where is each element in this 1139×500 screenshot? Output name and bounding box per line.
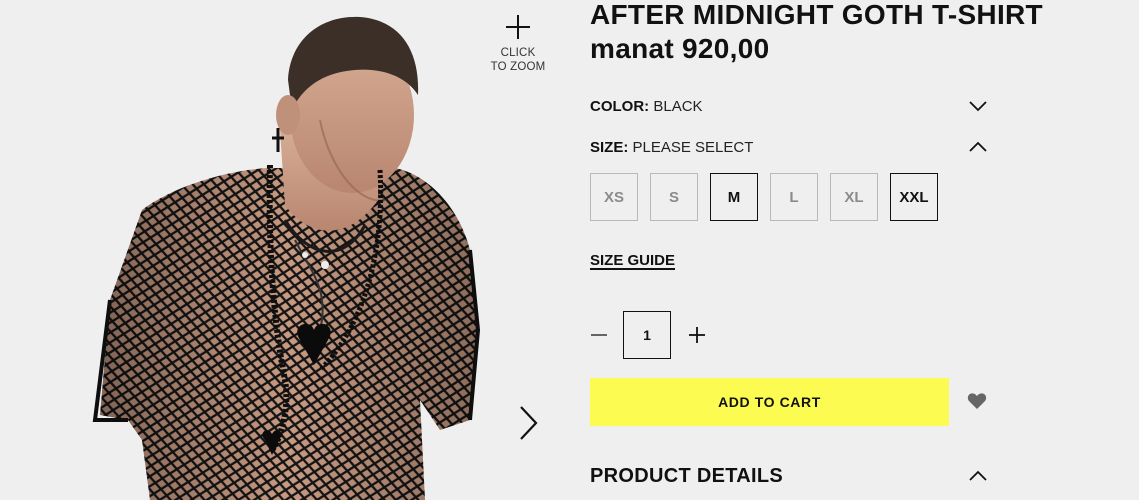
chevron-up-icon [969,141,987,152]
size-option-xs[interactable]: XS [590,173,638,221]
product-details-toggle[interactable]: PRODUCT DETAILS [590,463,988,489]
product-price: manat 920,00 [590,33,770,64]
product-info: AFTER MIDNIGHT GOTH T-SHIRT manat 920,00… [590,0,1139,500]
plus-icon [506,15,530,39]
heart-icon[interactable] [967,392,987,410]
product-photo[interactable] [0,0,560,500]
size-option-s[interactable]: S [650,173,698,221]
size-value: PLEASE SELECT [632,138,754,156]
size-selector[interactable]: SIZE: PLEASE SELECT [590,135,988,159]
chevron-up-icon [969,470,987,481]
zoom-label-line1: CLICK [500,47,536,59]
click-to-zoom[interactable]: CLICK TO ZOOM [486,14,550,74]
size-label: SIZE: [590,138,629,156]
color-label: COLOR: [590,97,650,115]
chevron-down-icon [969,101,987,112]
size-option-m[interactable]: M [710,173,758,221]
size-options: XS S M L XL XXL [590,173,938,221]
size-option-l[interactable]: L [770,173,818,221]
color-selector[interactable]: COLOR: BLACK [590,94,988,118]
add-to-cart-button[interactable]: ADD TO CART [590,378,949,426]
product-page: CLICK TO ZOOM AFTER MIDNIGHT GOTH T-SHIR… [0,0,1139,500]
chevron-right-icon[interactable] [516,404,540,442]
product-gallery: CLICK TO ZOOM [0,0,560,500]
quantity-input[interactable] [623,311,671,359]
product-details-label: PRODUCT DETAILS [590,464,784,487]
size-option-xl[interactable]: XL [830,173,878,221]
product-title: AFTER MIDNIGHT GOTH T-SHIRT [590,0,1043,30]
zoom-label-line2: TO ZOOM [490,61,546,73]
size-guide-link[interactable]: SIZE GUIDE [590,252,675,269]
size-option-xxl[interactable]: XXL [890,173,938,221]
minus-icon[interactable] [590,326,608,344]
color-value: BLACK [653,97,703,115]
quantity-stepper [590,311,706,359]
plus-icon[interactable] [688,326,706,344]
